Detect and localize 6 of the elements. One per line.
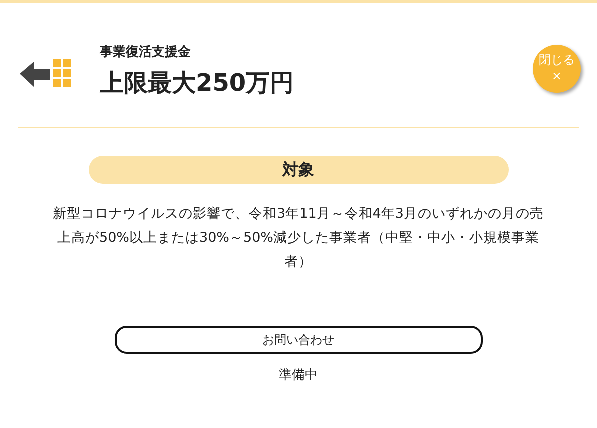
- status-text: 準備中: [278, 367, 319, 384]
- contact-button[interactable]: お問い合わせ: [114, 326, 482, 354]
- subtitle: 事業復活支援金: [100, 44, 192, 61]
- page-title: 上限最大250万円: [100, 68, 296, 99]
- body-text: 新型コロナウイルスの影響で、令和3年11月～令和4年3月のいずれかの月の売上高が50%以上または30%～50%減少した事業者（中堅・中小・小規模事業者）: [52, 205, 545, 272]
- section-heading: 対象: [88, 156, 508, 184]
